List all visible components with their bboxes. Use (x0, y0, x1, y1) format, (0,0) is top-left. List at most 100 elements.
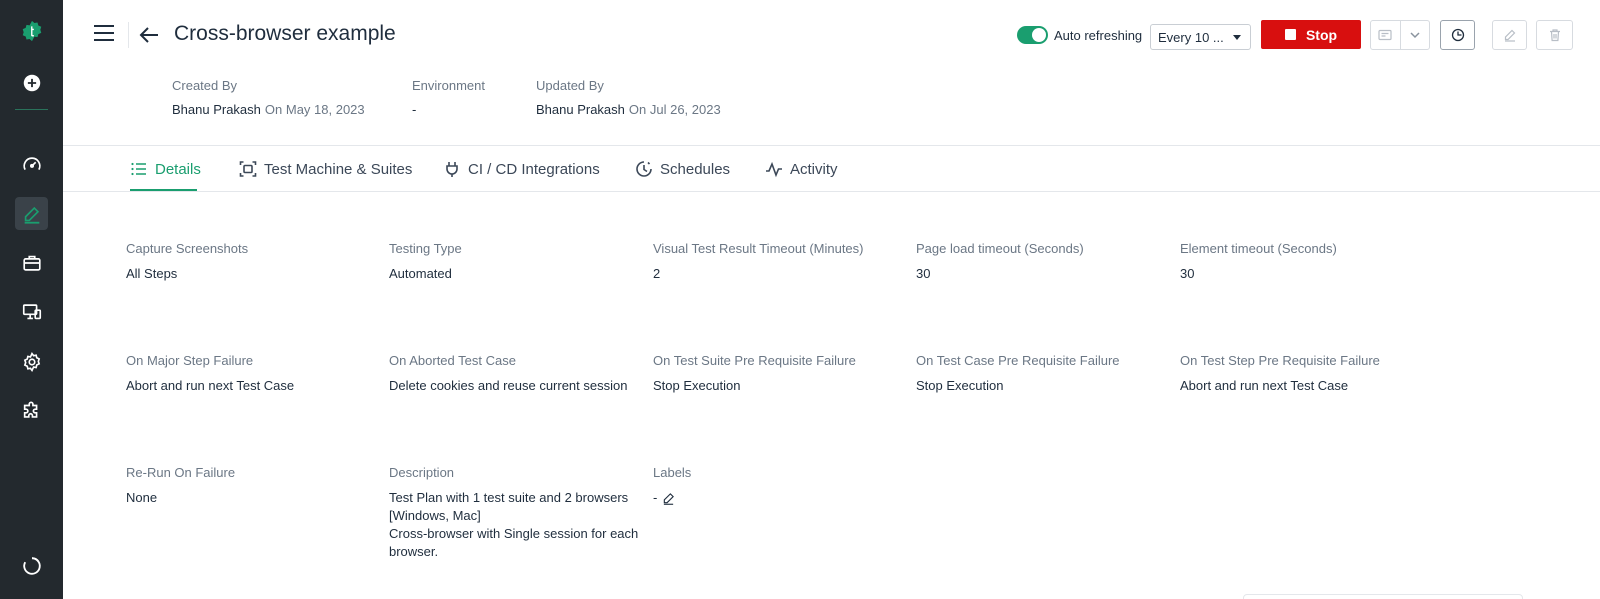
tab-schedules[interactable]: Schedules (635, 158, 730, 180)
edit-labels-pencil-icon[interactable] (662, 492, 675, 505)
sidebar-divider (15, 109, 48, 110)
scan-frame-icon (239, 161, 257, 177)
add-circle-icon[interactable] (15, 66, 48, 99)
field-label: Testing Type (389, 241, 462, 256)
field-value: All Steps (126, 266, 178, 281)
field-value: Abort and run next Test Case (126, 378, 295, 393)
created-by-value: Bhanu Prakash On May 18, 2023 (172, 102, 365, 117)
history-button[interactable] (1440, 20, 1475, 50)
clock-pie-icon (1451, 28, 1464, 42)
field-page-load-timeout: Page load timeout (Seconds) 30 (916, 241, 1176, 283)
created-by-label: Created By (172, 78, 238, 93)
active-tab-indicator (130, 189, 197, 191)
description-line: browser. (389, 544, 439, 559)
environment-value: - (412, 102, 417, 117)
addons-puzzle-icon[interactable] (15, 394, 48, 427)
field-value: Abort and run next Test Case (1180, 378, 1349, 393)
labels-value: - (653, 489, 675, 507)
tab-test-machine-suites-label: Test Machine & Suites (264, 160, 413, 178)
tab-activity-label: Activity (790, 160, 838, 178)
field-label: On Test Suite Pre Requisite Failure (653, 353, 856, 368)
created-by-date: On May 18, 2023 (264, 102, 365, 117)
field-rerun-on-failure: Re-Run On Failure None (126, 465, 386, 507)
field-label: Description (389, 465, 455, 480)
testsigma-logo-icon[interactable] (15, 14, 48, 47)
field-label: On Major Step Failure (126, 353, 254, 368)
updated-by-name: Bhanu Prakash (536, 102, 625, 117)
tab-details[interactable]: Details (130, 158, 201, 180)
tab-ci-cd-integrations-label: CI / CD Integrations (468, 160, 600, 178)
edit-button[interactable] (1492, 20, 1527, 50)
description-line: [Windows, Mac] (389, 508, 481, 523)
chevron-down-icon (1410, 32, 1420, 39)
created-by-block: Created By Bhanu Prakash On May 18, 2023 (172, 78, 365, 117)
field-testing-type: Testing Type Automated (389, 241, 649, 283)
field-value: 30 (916, 266, 931, 281)
field-label: Labels (653, 465, 692, 480)
field-description: Description Test Plan with 1 test suite … (389, 465, 659, 561)
sidebar (0, 0, 63, 599)
test-lab-monitor-icon[interactable] (15, 295, 48, 328)
list-icon (131, 162, 146, 176)
dashboard-gauge-icon[interactable] (15, 148, 48, 181)
field-step-prereq-failure: On Test Step Pre Requisite Failure Abort… (1180, 353, 1440, 395)
field-value: Stop Execution (653, 378, 741, 393)
field-element-timeout: Element timeout (Seconds) 30 (1180, 241, 1440, 283)
field-value: Stop Execution (916, 378, 1004, 393)
briefcase-icon[interactable] (15, 246, 48, 279)
field-label: On Test Case Pre Requisite Failure (916, 353, 1120, 368)
updated-by-block: Updated By Bhanu Prakash On Jul 26, 2023 (536, 78, 721, 117)
environment-block: Environment - (412, 78, 485, 117)
back-arrow-icon[interactable] (138, 24, 160, 46)
tab-schedules-label: Schedules (660, 160, 731, 178)
field-value: None (126, 490, 158, 505)
field-label: Capture Screenshots (126, 241, 249, 256)
tab-activity[interactable]: Activity (765, 158, 838, 180)
field-value: 30 (1180, 266, 1195, 281)
refresh-interval-select[interactable]: Every 10 ... (1150, 24, 1251, 50)
loading-circle-icon[interactable] (15, 549, 48, 582)
field-value: Delete cookies and reuse current session (389, 378, 628, 393)
field-suite-prereq-failure: On Test Suite Pre Requisite Failure Stop… (653, 353, 913, 395)
page-header: Cross-browser example Created By Bhanu P… (63, 0, 1600, 146)
menu-hamburger-icon[interactable] (93, 23, 115, 43)
field-value: Automated (389, 266, 452, 281)
schedule-clock-icon (636, 161, 652, 177)
tab-ci-cd-integrations[interactable]: CI / CD Integrations (443, 158, 600, 180)
tab-bar: Details Test Machine & Suites CI / CD In… (63, 146, 1600, 192)
stop-button[interactable]: Stop (1261, 20, 1361, 49)
page-title: Cross-browser example (174, 22, 396, 45)
field-label: Re-Run On Failure (126, 465, 236, 480)
refresh-interval-value: Every 10 ... (1158, 30, 1224, 45)
report-card-icon (1378, 29, 1392, 41)
tab-details-label: Details (155, 160, 201, 178)
field-value: 2 (653, 266, 661, 281)
activity-pulse-icon (766, 161, 782, 178)
field-labels: Labels - (653, 465, 913, 507)
stop-square-icon (1284, 29, 1296, 40)
auto-refresh-control: Auto refreshing (1017, 26, 1142, 44)
field-case-prereq-failure: On Test Case Pre Requisite Failure Stop … (916, 353, 1176, 395)
auto-refresh-toggle[interactable] (1017, 26, 1048, 44)
run-options-button-group (1370, 20, 1430, 50)
created-by-name: Bhanu Prakash (172, 102, 261, 117)
delete-button[interactable] (1536, 20, 1573, 50)
settings-gear-icon[interactable] (15, 345, 48, 378)
field-aborted-test-case: On Aborted Test Case Delete cookies and … (389, 353, 649, 395)
run-report-button[interactable] (1371, 21, 1401, 49)
trash-icon (1549, 29, 1560, 42)
updated-by-value: Bhanu Prakash On Jul 26, 2023 (536, 102, 721, 117)
bottom-panel-edge (1243, 594, 1523, 599)
pencil-icon (1504, 29, 1515, 42)
description-line: Cross-browser with Single session for ea… (389, 526, 639, 541)
field-label: Page load timeout (Seconds) (916, 241, 1084, 256)
tab-test-machine-suites[interactable]: Test Machine & Suites (239, 158, 412, 180)
field-label: Visual Test Result Timeout (Minutes) (653, 241, 864, 256)
plug-icon (446, 162, 458, 177)
field-label: On Test Step Pre Requisite Failure (1180, 353, 1380, 368)
run-options-dropdown[interactable] (1401, 21, 1430, 49)
field-visual-timeout: Visual Test Result Timeout (Minutes) 2 (653, 241, 913, 283)
field-major-step-failure: On Major Step Failure Abort and run next… (126, 353, 386, 395)
environment-label: Environment (412, 78, 485, 93)
test-development-pencil-icon[interactable] (15, 197, 48, 230)
